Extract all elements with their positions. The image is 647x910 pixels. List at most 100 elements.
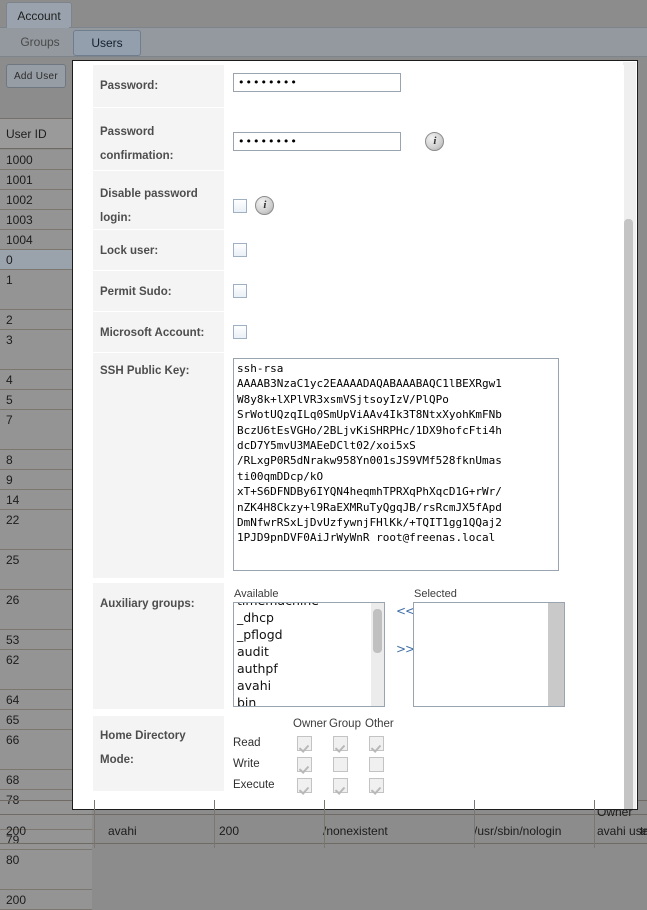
info-icon[interactable]: i (255, 196, 275, 215)
add-user-button[interactable]: Add User (6, 64, 66, 88)
dialog-scrollbar[interactable] (623, 62, 636, 809)
password-input[interactable] (233, 73, 401, 92)
user-id-value: 80 (6, 853, 20, 867)
list-item[interactable]: _pflogd (237, 626, 384, 643)
available-groups-listbox[interactable]: timemachine_dhcp_pflogdauditauthpfavahib… (233, 602, 385, 707)
microsoft-account-label: Microsoft Account: (93, 312, 224, 352)
permission-checkbox-execute-owner[interactable] (297, 778, 312, 793)
password-confirmation-field-cell: i (224, 108, 624, 170)
ssh-public-key-textarea[interactable]: ssh-rsa AAAAB3NzaC1yc2EAAAADAQABAAABAQC1… (233, 358, 559, 571)
tab-users-label: Users (91, 36, 123, 50)
user-id-value: 22 (6, 513, 20, 527)
lock-user-checkbox[interactable] (233, 242, 247, 257)
sub-navigation-underline (0, 56, 647, 57)
list-item[interactable]: audit (237, 643, 384, 660)
list-item[interactable]: _dhcp (237, 609, 384, 626)
user-id-value: 1001 (6, 173, 33, 187)
user-id-value: 1004 (6, 233, 33, 247)
dialog-button-bar: OK Cancel (93, 796, 624, 809)
edit-user-form: Password: Password confirmation: i Disab… (93, 65, 624, 809)
home-directory-mode-field-cell: Owner Group Other Read Write Execute (224, 716, 624, 796)
user-id-value: 5 (6, 393, 13, 407)
field-row-password-confirmation: Password confirmation: i (93, 108, 624, 171)
table-column-separator (324, 800, 325, 848)
user-id-row[interactable]: 80 (0, 850, 92, 890)
tab-groups[interactable]: Groups (10, 31, 70, 53)
available-groups-scrollbar[interactable] (371, 603, 384, 706)
permission-checkbox-read-group[interactable] (333, 736, 348, 751)
password-confirmation-label: Password confirmation: (93, 108, 224, 170)
available-groups-scrollbar-thumb[interactable] (373, 609, 382, 653)
permissions-grid: Owner Group Other Read Write Execute (233, 718, 624, 793)
tab-account-label: Account (17, 9, 61, 23)
field-row-disable-password-login: Disable password login: i (93, 171, 624, 230)
permission-row-label: Write (233, 758, 260, 770)
permission-checkbox-write-owner[interactable] (297, 757, 312, 772)
move-to-available-button[interactable]: << (396, 604, 415, 618)
top-navigation: Account Groups Users (0, 0, 647, 58)
table-cell: 200 (219, 824, 240, 838)
dialog-scrollbar-thumb[interactable] (624, 219, 633, 809)
list-item[interactable]: avahi (237, 677, 384, 694)
disable-password-login-checkbox[interactable] (233, 198, 247, 213)
tab-account[interactable]: Account (6, 2, 72, 29)
table-cell: /nonexistent (323, 824, 388, 838)
lock-user-label: Lock user: (93, 230, 224, 270)
home-directory-mode-label: Home Directory Mode: (93, 716, 224, 791)
microsoft-account-checkbox[interactable] (233, 324, 247, 339)
table-column-separator (594, 800, 595, 848)
permission-checkbox-write-group[interactable] (333, 757, 348, 772)
user-id-value: 3 (6, 333, 13, 347)
field-row-password: Password: (93, 65, 624, 108)
auxiliary-groups-dual-list: Available timemachine_dhcp_pflogdauditau… (233, 588, 624, 707)
move-to-selected-button[interactable]: >> (396, 642, 415, 656)
tab-users[interactable]: Users (73, 30, 141, 56)
permission-checkbox-read-other[interactable] (369, 736, 384, 751)
user-id-value: 65 (6, 713, 20, 727)
list-item[interactable]: bin (237, 694, 384, 706)
disable-password-login-label: Disable password login: (93, 171, 224, 229)
permit-sudo-label: Permit Sudo: (93, 271, 224, 311)
field-row-auxiliary-groups: Auxiliary groups: Available timemachine_… (93, 583, 624, 716)
user-id-value: 200 (6, 893, 27, 907)
user-id-value: 53 (6, 633, 20, 647)
permission-checkbox-execute-group[interactable] (333, 778, 348, 793)
permission-checkbox-write-other[interactable] (369, 757, 384, 772)
field-row-permit-sudo: Permit Sudo: (93, 271, 624, 312)
list-item[interactable]: authpf (237, 660, 384, 677)
user-id-value: 26 (6, 593, 20, 607)
user-id-value: 14 (6, 493, 20, 507)
info-icon[interactable]: i (425, 132, 445, 152)
user-id-value: 66 (6, 733, 20, 747)
add-user-button-label: Add User (13, 70, 59, 82)
user-id-value: 64 (6, 693, 20, 707)
selected-groups-scrollbar[interactable] (548, 603, 564, 706)
field-row-microsoft-account: Microsoft Account: (93, 312, 624, 353)
selected-groups-listbox[interactable] (413, 602, 565, 707)
list-item[interactable]: timemachine (237, 603, 384, 609)
user-id-row[interactable]: 200 (0, 890, 92, 910)
user-id-value: 0 (6, 253, 13, 267)
user-id-value: 1002 (6, 193, 33, 207)
table-column-separator (474, 800, 475, 848)
field-row-ssh-public-key: SSH Public Key: ssh-rsa AAAAB3NzaC1yc2EA… (93, 353, 624, 583)
table-cell: 200 (6, 824, 27, 838)
user-id-value: 1003 (6, 213, 33, 227)
password-confirmation-input[interactable] (233, 132, 401, 151)
table-column-separator (214, 800, 215, 848)
auxiliary-groups-field-cell: Available timemachine_dhcp_pflogdauditau… (224, 583, 624, 715)
user-id-value: 1 (6, 273, 13, 287)
user-id-value: 68 (6, 773, 20, 787)
table-column-separator (94, 800, 95, 848)
ssh-public-key-label: SSH Public Key: (93, 353, 224, 578)
lock-user-field-cell (224, 230, 624, 270)
permission-row-label: Read (233, 737, 261, 749)
password-label: Password: (93, 65, 224, 107)
permission-checkbox-execute-other[interactable] (369, 778, 384, 793)
table-cell: avahi (108, 824, 137, 838)
password-field-cell (224, 65, 624, 107)
auxiliary-groups-label: Auxiliary groups: (93, 583, 224, 709)
permission-checkbox-read-owner[interactable] (297, 736, 312, 751)
edit-user-dialog: Password: Password confirmation: i Disab… (72, 60, 638, 810)
permit-sudo-checkbox[interactable] (233, 283, 247, 298)
